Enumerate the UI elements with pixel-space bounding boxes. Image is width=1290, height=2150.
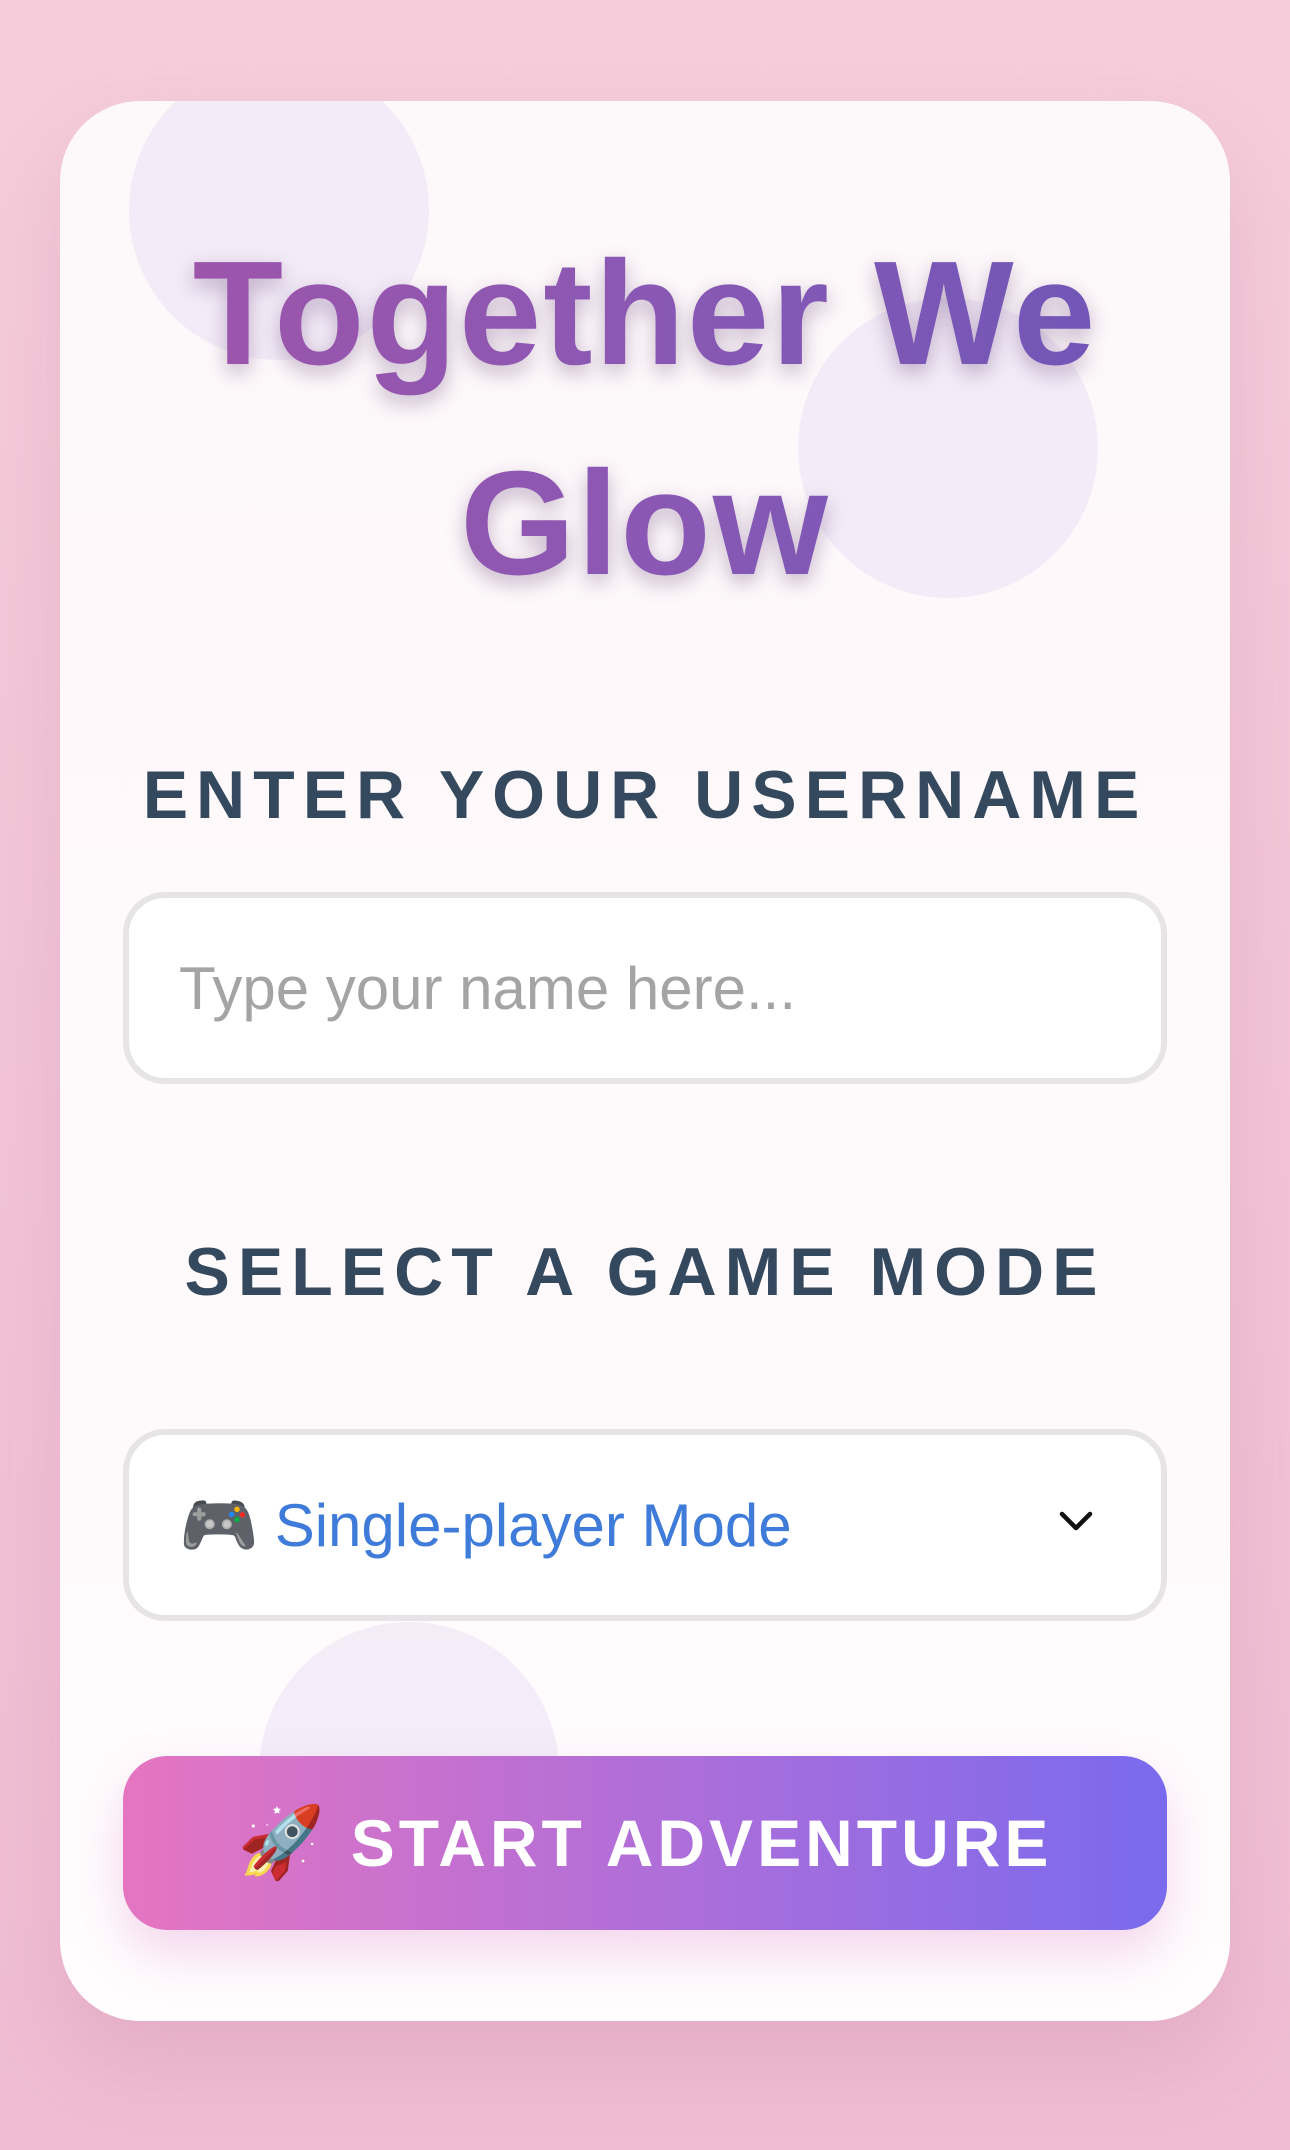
login-card: Together We Glow ENTER YOUR USERNAME SEL… (60, 101, 1230, 2021)
username-field-container (123, 892, 1167, 1084)
game-mode-selected-row: 🎮 Single-player Mode (179, 1435, 792, 1615)
game-mode-select[interactable]: 🎮 Single-player Mode (123, 1429, 1167, 1621)
start-adventure-label: START ADVENTURE (350, 1806, 1053, 1880)
game-mode-selected-value: Single-player Mode (274, 1491, 792, 1559)
gamepad-icon: 🎮 (179, 1488, 259, 1561)
start-adventure-button[interactable]: 🚀 START ADVENTURE (123, 1756, 1167, 1930)
chevron-down-icon[interactable] (1056, 1501, 1096, 1541)
rocket-icon: 🚀 (237, 1803, 329, 1881)
username-label: ENTER YOUR USERNAME (142, 757, 1148, 833)
page-title: Together We Glow (60, 209, 1230, 629)
username-input[interactable] (129, 898, 1161, 1078)
game-mode-label: SELECT A GAME MODE (184, 1234, 1106, 1310)
